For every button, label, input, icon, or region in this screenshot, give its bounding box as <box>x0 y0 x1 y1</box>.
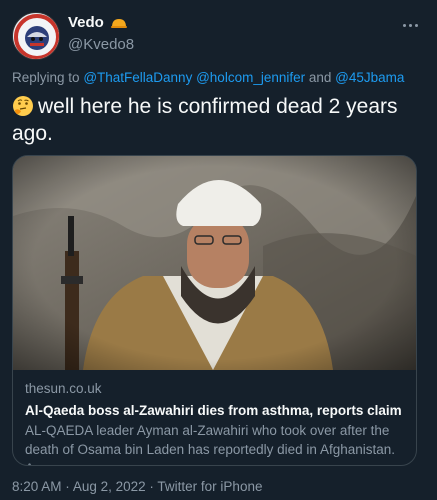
author-display-name[interactable]: Vedo <box>68 14 104 31</box>
tweet-text: well here he is confirmed dead 2 years a… <box>12 93 422 147</box>
card-photo <box>13 156 416 370</box>
reply-conjunction: and <box>308 70 332 85</box>
card-domain: thesun.co.uk <box>25 381 102 396</box>
card-description: AL-QAEDA leader Ayman al-Zawahiri who to… <box>25 423 396 465</box>
mention-link-3[interactable]: @45Jbama <box>335 70 404 85</box>
tweet-date[interactable]: Aug 2, 2022 <box>73 479 146 494</box>
mention-link-2[interactable]: @holcom_jennifer <box>196 70 305 85</box>
reply-prefix: Replying to <box>12 70 80 85</box>
tweet-meta: 8:20 AM · Aug 2, 2022 · Twitter for iPho… <box>12 479 262 494</box>
card-image[interactable] <box>13 156 416 370</box>
more-button[interactable] <box>397 10 423 36</box>
avatar[interactable] <box>12 12 60 60</box>
meta-separator: · <box>149 479 154 494</box>
thinking-face-icon <box>13 96 33 116</box>
meta-separator: · <box>65 479 70 494</box>
tweet-time[interactable]: 8:20 AM <box>12 479 62 494</box>
card-body: thesun.co.uk Al-Qaeda boss al-Zawahiri d… <box>25 380 405 465</box>
author-name-row[interactable]: Vedo <box>68 14 128 31</box>
badge-icon <box>110 18 127 28</box>
author-handle[interactable]: @Kvedo8 <box>68 36 134 53</box>
tweet-source[interactable]: Twitter for iPhone <box>157 479 262 494</box>
card-title: Al-Qaeda boss al-Zawahiri dies from asth… <box>25 403 402 418</box>
mention-link-1[interactable]: @ThatFellaDanny <box>83 70 192 85</box>
politically-incorrect-logo-icon <box>14 14 59 59</box>
more-dots-icon <box>401 14 419 32</box>
tweet-body: well here he is confirmed dead 2 years a… <box>12 95 398 145</box>
reply-context: Replying to @ThatFellaDanny @holcom_jenn… <box>12 70 404 85</box>
link-card[interactable]: thesun.co.uk Al-Qaeda boss al-Zawahiri d… <box>12 155 417 466</box>
